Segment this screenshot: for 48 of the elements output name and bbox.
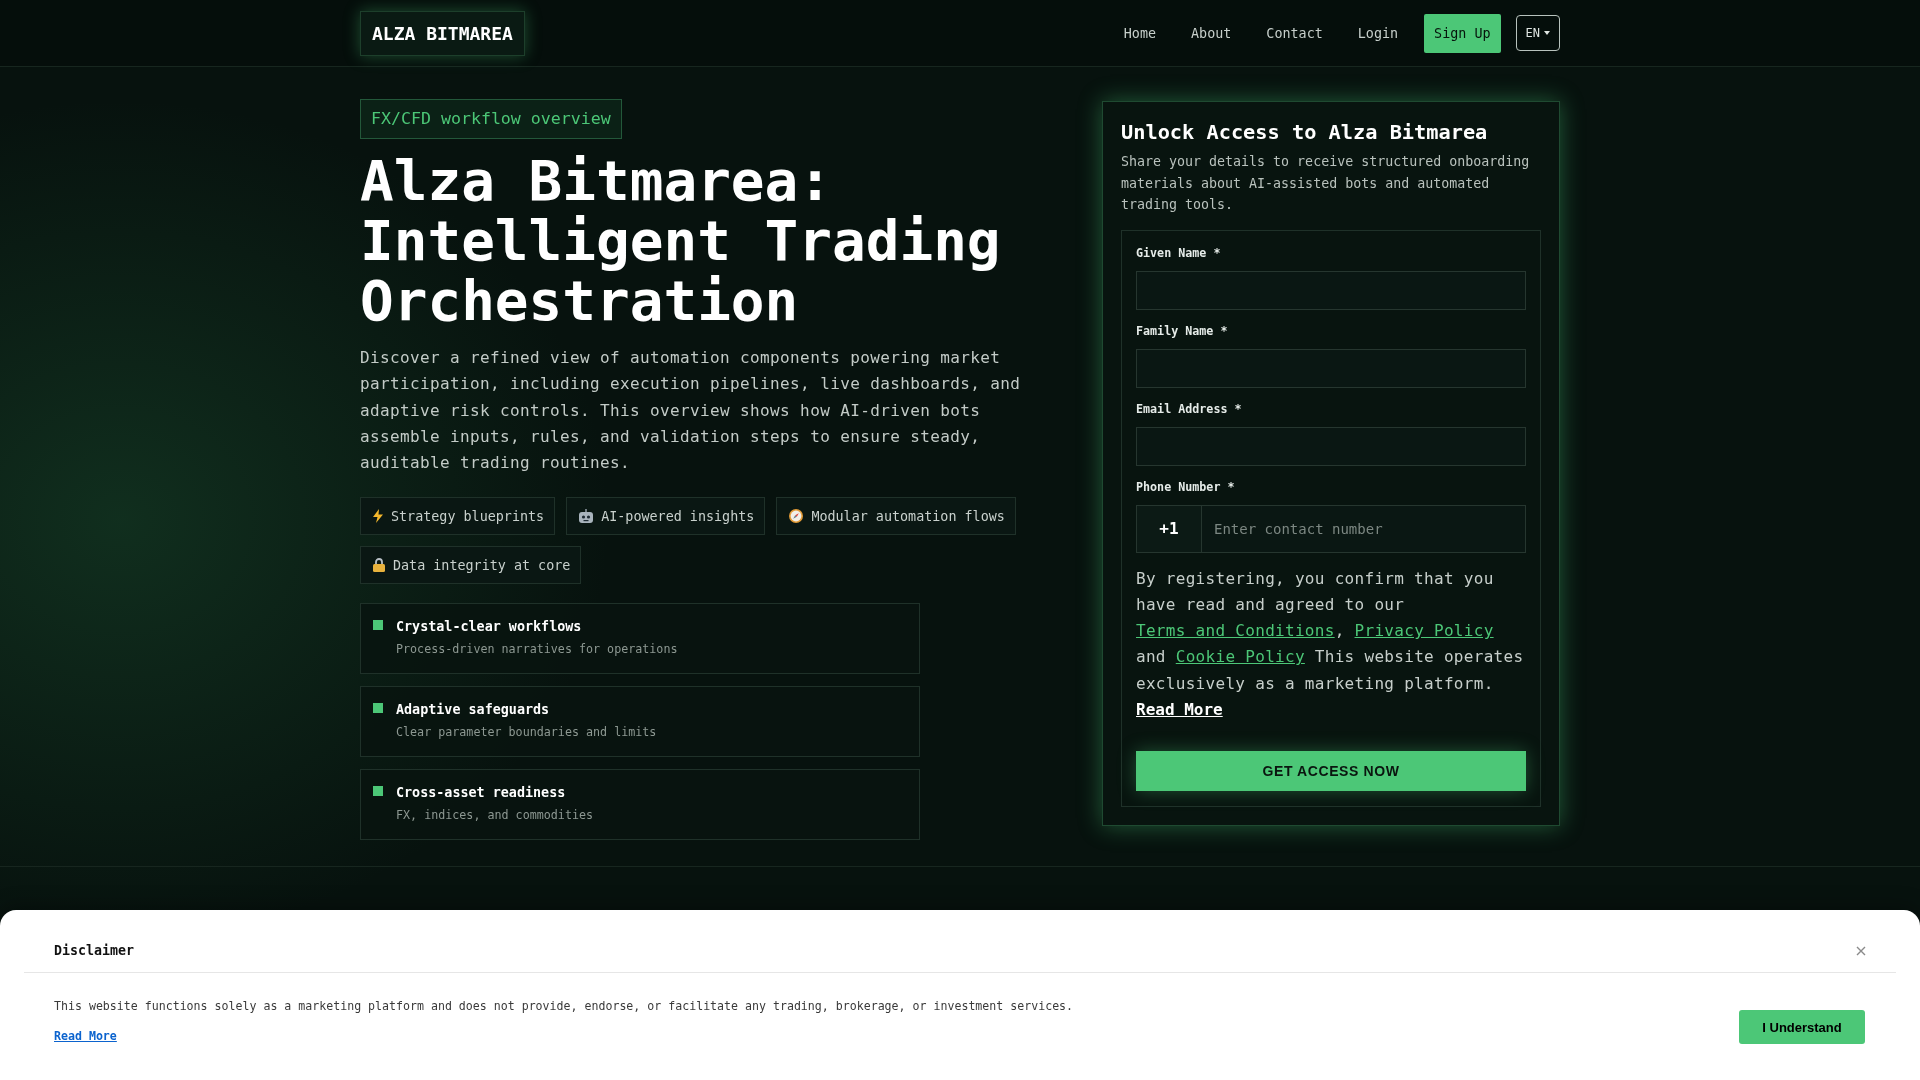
feature-title: Cross-asset readiness xyxy=(396,784,566,802)
feature-title: Adaptive safeguards xyxy=(396,701,550,719)
nav-link[interactable]: Login xyxy=(1357,25,1399,41)
disclaimer-text: This website functions solely as a marketing platform and does not provide, endorse, or facilitate any trading, brokerage, or investment services. xyxy=(54,998,1074,1014)
compass-icon xyxy=(789,509,804,524)
logo[interactable]: ALZA BITMAREA xyxy=(360,10,525,56)
read-more-link[interactable]: Read More xyxy=(54,1028,117,1044)
lightning-icon xyxy=(373,509,383,524)
policy-link[interactable]: Cookie Policy xyxy=(1175,647,1305,667)
feature-title: Crystal-clear workflows xyxy=(396,618,582,636)
square-marker-icon xyxy=(373,620,383,631)
form-title: Unlock Access to Alza Bitmarea xyxy=(1121,120,1489,144)
feature-description: FX, indices, and commodities xyxy=(396,807,594,824)
hero-title: Alza Bitmarea: Intelligent Trading Orchestration xyxy=(360,151,1002,331)
understand-button[interactable]: I Understand xyxy=(1739,1010,1865,1044)
nav-link[interactable]: Contact xyxy=(1266,25,1323,41)
caret-icon xyxy=(1544,31,1550,35)
hero-description: Discover a refined view of automation components powering market participation, including execution pipelines, live dashboards, and adaptive risk controls. This overview shows how AI-driven bots assemble inputs, rules, and validation steps to ensure steady, auditable trading routines. xyxy=(360,347,1022,475)
close-icon[interactable] xyxy=(1856,946,1866,956)
field-label: Family Name * xyxy=(1136,322,1228,339)
nav-link[interactable]: Home xyxy=(1123,25,1157,41)
field-label: Given Name * xyxy=(1136,244,1221,261)
field-label: Phone Number * xyxy=(1136,478,1235,495)
feature-tag-label: Modular automation flows xyxy=(811,509,1005,524)
lock-icon xyxy=(373,558,385,573)
square-marker-icon xyxy=(373,786,383,797)
consent-text: By registering, you confirm that you have read and agreed to our Terms and Conditions, Privacy Policy and Cookie Policy This website operates exclusively as a marketing platform. xyxy=(1136,567,1525,695)
language-selector[interactable]: EN xyxy=(1515,15,1560,51)
feature-description: Clear parameter boundaries and limits xyxy=(396,724,657,741)
nav-link[interactable]: About xyxy=(1191,25,1232,41)
feature-tag-label: Strategy blueprints xyxy=(391,509,545,524)
input-field[interactable] xyxy=(1136,426,1526,466)
robot-icon xyxy=(579,509,594,524)
policy-link[interactable]: Privacy Policy xyxy=(1354,621,1494,641)
policy-link[interactable]: Terms and Conditions xyxy=(1136,621,1335,641)
field-label: Email Address * xyxy=(1136,400,1242,417)
get-access-button[interactable]: GET ACCESS NOW xyxy=(1136,751,1526,792)
read-more-link[interactable]: Read More xyxy=(1136,697,1223,724)
feature-tag-label: Data integrity at core xyxy=(393,558,571,573)
input-field[interactable] xyxy=(1136,270,1526,310)
sign-up-button[interactable]: Sign Up xyxy=(1424,13,1501,53)
square-marker-icon xyxy=(373,703,383,714)
section-badge: FX/CFD workflow overview xyxy=(360,99,622,139)
input-field[interactable] xyxy=(1136,348,1526,388)
feature-tag-label: AI-powered insights xyxy=(601,509,755,524)
feature-description: Process-driven narratives for operations xyxy=(396,641,678,658)
disclaimer-title: Disclaimer xyxy=(54,943,135,959)
form-subtitle: Share your details to receive structured onboarding materials about AI-assisted bots and automated trading tools. xyxy=(1121,153,1531,214)
